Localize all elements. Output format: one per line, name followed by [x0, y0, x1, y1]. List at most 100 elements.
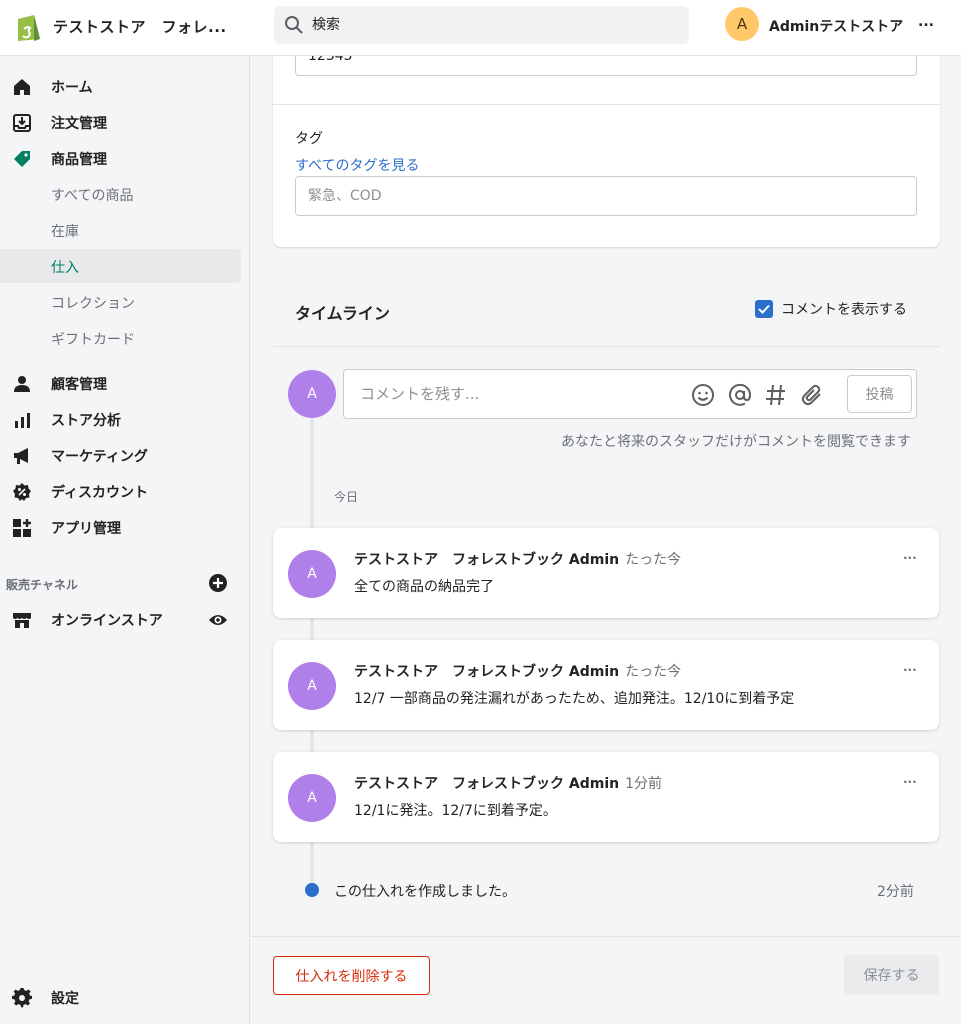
sidebar-item-marketing[interactable]: マーケティング: [0, 438, 241, 472]
event-author-line: テストストア フォレストブック Admin たった今: [354, 549, 681, 569]
more-menu-button[interactable]: ...: [918, 14, 934, 30]
orders-icon: [13, 114, 31, 132]
sidebar-subitem-inventory[interactable]: 在庫: [0, 213, 241, 247]
emoji-icon[interactable]: [691, 383, 715, 407]
sidebar-item-discounts[interactable]: ディスカウント: [0, 474, 241, 508]
sidebar-item-orders[interactable]: 注文管理: [0, 105, 241, 139]
sidebar-item-online-store[interactable]: オンラインストア: [0, 602, 241, 636]
sidebar: ホーム 注文管理 商品管理 すべての商品 在庫 仕入 コレクション ギフトカード…: [0, 56, 250, 1024]
sidebar-item-label: アプリ管理: [51, 521, 121, 537]
tag-icon: [14, 151, 30, 167]
sidebar-item-settings[interactable]: 設定: [0, 980, 241, 1014]
sidebar-subitem-label: ギフトカード: [51, 332, 135, 348]
megaphone-icon: [14, 448, 28, 464]
sidebar-item-home[interactable]: ホーム: [0, 69, 241, 103]
event-author-line: テストストア フォレストブック Admin たった今: [354, 661, 681, 681]
timeline-event: A テストストア フォレストブック Admin たった今 12/7 一部商品の発注…: [273, 640, 939, 730]
top-bar: テストストア フォレ... A Adminテストストア ...: [0, 0, 961, 56]
event-more-button[interactable]: ...: [903, 548, 917, 562]
sidebar-item-customers[interactable]: 顧客管理: [0, 366, 241, 400]
event-time: たった今: [625, 552, 682, 568]
event-author: テストストア フォレストブック Admin: [354, 552, 620, 568]
event-author: テストストア フォレストブック Admin: [354, 664, 620, 680]
shopify-logo-icon[interactable]: [14, 11, 42, 43]
gear-icon: [12, 988, 32, 1008]
event-more-button[interactable]: ...: [903, 660, 917, 674]
sidebar-item-label: ホーム: [51, 80, 93, 96]
eye-icon[interactable]: [208, 610, 228, 630]
sidebar-item-label: 設定: [51, 991, 79, 1007]
event-author-line: テストストア フォレストブック Admin 1分前: [354, 773, 662, 793]
event-avatar: A: [288, 550, 336, 598]
event-time: 1分前: [625, 776, 663, 792]
attachment-icon[interactable]: [800, 383, 824, 407]
sidebar-item-analytics[interactable]: ストア分析: [0, 402, 241, 436]
sidebar-item-label: オンラインストア: [51, 613, 163, 629]
card-divider: [273, 104, 940, 105]
tags-input[interactable]: [295, 176, 917, 216]
event-more-button[interactable]: ...: [903, 772, 917, 786]
sidebar-item-label: 注文管理: [51, 116, 107, 132]
sidebar-subitem-purchase[interactable]: 仕入: [0, 249, 241, 283]
home-icon: [14, 79, 30, 95]
event-avatar: A: [288, 774, 336, 822]
reference-number-field[interactable]: [295, 56, 917, 76]
add-channel-icon[interactable]: [208, 573, 228, 593]
save-button[interactable]: 保存する: [844, 955, 939, 995]
store-name[interactable]: テストストア フォレ...: [53, 16, 227, 37]
hashtag-icon[interactable]: [764, 383, 788, 407]
comment-visibility-hint: あなたと将来のスタッフだけがコメントを閲覧できます: [561, 434, 911, 450]
sales-channels-header: 販売チャネル: [6, 578, 78, 592]
search-input[interactable]: [312, 6, 672, 44]
sidebar-subitem-all-products[interactable]: すべての商品: [0, 177, 241, 211]
event-avatar: A: [288, 662, 336, 710]
admin-name[interactable]: Adminテストストア: [769, 16, 903, 36]
comment-box: 投稿: [343, 369, 917, 419]
sidebar-item-label: 商品管理: [51, 152, 107, 168]
created-event-time: 2分前: [877, 884, 914, 900]
post-comment-button[interactable]: 投稿: [847, 375, 912, 413]
purchase-details-card: タグ すべてのタグを見る: [273, 56, 940, 247]
event-message: 12/1に発注。12/7に到着予定。: [354, 803, 557, 819]
main-content: タグ すべてのタグを見る タイムライン コメントを表示する A 投稿 あなたと将…: [251, 56, 961, 1024]
view-all-tags-link[interactable]: すべてのタグを見る: [295, 155, 419, 175]
sidebar-subitem-label: 在庫: [51, 224, 79, 240]
sidebar-subitem-gift-cards[interactable]: ギフトカード: [0, 321, 241, 355]
person-icon: [14, 376, 30, 392]
created-event-text: この仕入れを作成しました。: [334, 884, 516, 900]
user-avatar[interactable]: A: [725, 7, 759, 41]
store-icon: [13, 613, 31, 628]
sidebar-item-label: ディスカウント: [51, 485, 149, 501]
search-bar[interactable]: [274, 6, 689, 44]
checkmark-icon: [758, 304, 770, 314]
discount-icon: [13, 483, 31, 501]
apps-icon: [13, 519, 31, 537]
delete-purchase-button[interactable]: 仕入れを削除する: [273, 956, 430, 995]
sidebar-item-label: ストア分析: [51, 413, 121, 429]
timeline-divider: [273, 346, 940, 347]
mention-icon[interactable]: [728, 383, 752, 407]
show-comments-label[interactable]: コメントを表示する: [781, 299, 907, 319]
event-message: 全ての商品の納品完了: [354, 579, 494, 595]
sidebar-subitem-collections[interactable]: コレクション: [0, 285, 241, 319]
timeline-dot: [305, 883, 319, 897]
timeline-date-label: 今日: [334, 490, 359, 504]
timeline-event: A テストストア フォレストブック Admin たった今 全ての商品の納品完了 .…: [273, 528, 939, 618]
timeline-event: A テストストア フォレストブック Admin 1分前 12/1に発注。12/7に…: [273, 752, 939, 842]
sidebar-item-products[interactable]: 商品管理: [0, 141, 241, 175]
event-time: たった今: [625, 664, 682, 680]
tag-label: タグ: [295, 131, 323, 147]
page-actions-footer: 仕入れを削除する 保存する: [251, 936, 961, 1024]
sidebar-item-label: 顧客管理: [51, 377, 107, 393]
event-author: テストストア フォレストブック Admin: [354, 776, 620, 792]
sidebar-item-label: マーケティング: [51, 449, 148, 465]
sidebar-subitem-label: すべての商品: [51, 188, 134, 204]
show-comments-checkbox[interactable]: [755, 300, 773, 318]
sidebar-item-apps[interactable]: アプリ管理: [0, 510, 241, 544]
search-icon: [285, 16, 303, 34]
comment-input[interactable]: [360, 370, 680, 418]
sidebar-subitem-label: 仕入: [51, 260, 79, 276]
comment-avatar: A: [288, 370, 336, 418]
analytics-icon: [15, 413, 30, 428]
sidebar-subitem-label: コレクション: [51, 296, 135, 312]
